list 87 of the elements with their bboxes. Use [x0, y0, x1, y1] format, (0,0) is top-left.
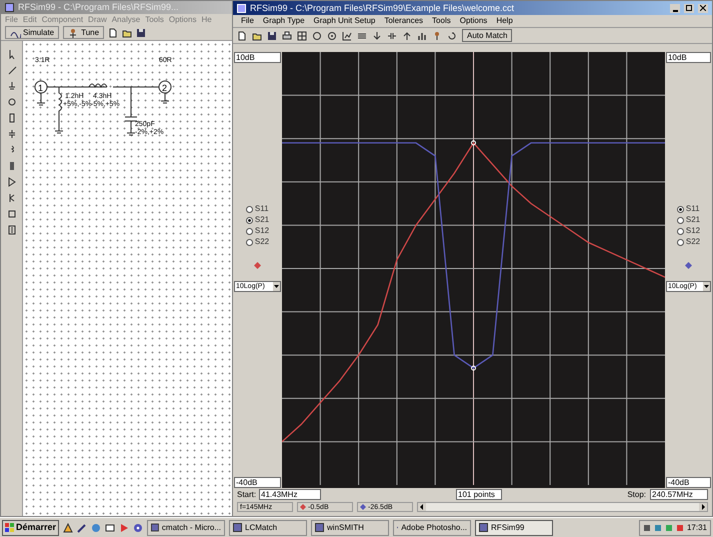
- scale-field: -40dB: [234, 477, 281, 488]
- app-icon: [5, 3, 14, 12]
- window-title: RFSim99 - C:\Program Files\RFSim99...: [18, 3, 179, 12]
- menu-item[interactable]: Graph Unit Setup: [314, 17, 376, 25]
- scroll-right-icon[interactable]: [699, 503, 707, 511]
- chart-icon[interactable]: [342, 30, 352, 40]
- diamond-icon: [254, 262, 261, 269]
- folder-icon: [122, 28, 132, 38]
- taskbar-button[interactable]: winSMITH: [311, 520, 390, 536]
- field-label: Start:: [237, 490, 255, 498]
- ground-icon[interactable]: [6, 81, 16, 91]
- maximize-button[interactable]: [684, 4, 694, 12]
- marker-point: [470, 366, 476, 371]
- start-button[interactable]: Démarrer: [2, 520, 60, 536]
- save-icon: [136, 28, 146, 38]
- disc-icon[interactable]: [133, 522, 144, 532]
- menu-item[interactable]: Tolerances: [384, 17, 424, 25]
- diamond-icon: [300, 504, 306, 510]
- port-icon[interactable]: [6, 97, 16, 107]
- close-icon: [700, 5, 706, 11]
- scrollbar[interactable]: [417, 502, 708, 512]
- close-button[interactable]: [698, 4, 708, 12]
- menu-item[interactable]: Options: [460, 17, 488, 25]
- minimize-icon: [672, 10, 678, 12]
- scale-field: 10dB: [234, 52, 281, 63]
- play-icon[interactable]: [119, 522, 130, 532]
- triangle-icon[interactable]: [63, 522, 74, 532]
- diamond-icon: [360, 504, 366, 510]
- radio-option[interactable]: S22: [676, 238, 700, 246]
- lines-icon[interactable]: [357, 30, 367, 40]
- taskbar-button[interactable]: cmatch - Micro...: [147, 520, 226, 536]
- taskbar-button[interactable]: RFSim99: [475, 520, 554, 536]
- marker-point: [470, 140, 476, 146]
- minimize-button[interactable]: [670, 4, 680, 12]
- scale-field: 10dB: [666, 52, 711, 63]
- radio-option[interactable]: S11: [676, 205, 700, 213]
- radio-option[interactable]: S21: [246, 216, 270, 224]
- scale-field: -40dB: [666, 477, 711, 488]
- line-icon[interactable]: [6, 65, 16, 75]
- toolbar-button[interactable]: Tune: [63, 26, 104, 39]
- menu-item[interactable]: File: [241, 17, 254, 25]
- down-arrow-icon[interactable]: [372, 30, 382, 40]
- resistor-icon[interactable]: [6, 113, 16, 123]
- split-icon[interactable]: [387, 30, 397, 40]
- radio-option[interactable]: S11: [246, 205, 270, 213]
- triangle-icon[interactable]: [6, 177, 16, 187]
- menu-item[interactable]: Help: [496, 17, 513, 25]
- diamond-icon: [684, 262, 692, 269]
- app-icon: [237, 4, 246, 12]
- dropdown-arrow-icon: [703, 282, 710, 291]
- menu-item[interactable]: Tools: [432, 17, 451, 25]
- clock: 17:31: [686, 524, 707, 532]
- radio-option[interactable]: S21: [676, 216, 700, 224]
- circle-icon[interactable]: [312, 30, 322, 40]
- taskbar-button[interactable]: Adobe Photosho...: [393, 520, 472, 536]
- start-field[interactable]: 41.43MHz: [259, 489, 321, 500]
- radio-option[interactable]: S12: [246, 227, 270, 235]
- taskbar-button[interactable]: LCMatch: [229, 520, 308, 536]
- pen-icon[interactable]: [77, 522, 88, 532]
- port-number: 1: [38, 84, 44, 93]
- windows-logo-icon: [5, 523, 14, 532]
- chip-icon[interactable]: [6, 225, 16, 235]
- stop-field[interactable]: 240.57MHz: [650, 489, 708, 500]
- folder-icon[interactable]: [252, 30, 262, 40]
- maximize-icon: [686, 5, 692, 11]
- window-title: RFSim99 - C:\Program Files\RFSim99\Example Files\welcome.cct: [250, 4, 516, 12]
- document-icon[interactable]: [237, 30, 247, 40]
- grid-icon[interactable]: [297, 30, 307, 40]
- radio-option[interactable]: S22: [246, 238, 270, 246]
- bars-icon[interactable]: [417, 30, 427, 40]
- up-arrow-icon[interactable]: [402, 30, 412, 40]
- dropdown-arrow-icon: [272, 282, 280, 291]
- save-icon[interactable]: [267, 30, 277, 40]
- auto-match-button[interactable]: Auto Match: [462, 29, 512, 42]
- printer-icon[interactable]: [282, 30, 292, 40]
- target-icon[interactable]: [327, 30, 337, 40]
- points-field[interactable]: 101 points: [456, 489, 502, 500]
- radio-option[interactable]: S12: [676, 227, 700, 235]
- scroll-left-icon[interactable]: [418, 503, 426, 511]
- capacitor-icon[interactable]: [6, 129, 16, 139]
- field-label: Stop:: [627, 490, 646, 498]
- port-number: 2: [162, 84, 168, 93]
- menu-item[interactable]: Graph Type: [262, 17, 305, 25]
- figure-icon[interactable]: [432, 30, 442, 40]
- document-icon: [108, 28, 118, 38]
- toolbar-button[interactable]: Simulate: [5, 26, 60, 39]
- square-icon[interactable]: [6, 209, 16, 219]
